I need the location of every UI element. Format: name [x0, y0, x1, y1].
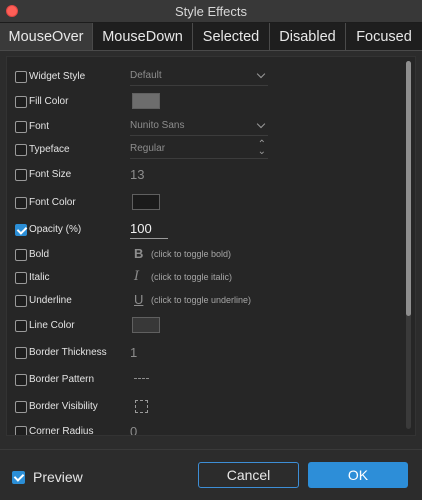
footer-divider	[0, 449, 422, 450]
tab-mouseover[interactable]: MouseOver	[0, 23, 93, 50]
italic-hint: (click to toggle italic)	[151, 272, 233, 282]
corner-radius-checkbox[interactable]	[15, 426, 27, 435]
row-underline: Underline U (click to toggle underline)	[7, 290, 387, 312]
chevron-down-icon	[256, 119, 266, 129]
font-size-checkbox[interactable]	[15, 169, 27, 181]
row-corner-radius: Corner Radius 0	[7, 421, 387, 436]
font-color-checkbox[interactable]	[15, 197, 27, 209]
cancel-button[interactable]: Cancel	[198, 462, 299, 488]
preview-label: Preview	[33, 469, 83, 485]
row-bold: Bold B (click to toggle bold)	[7, 244, 387, 266]
widget-style-dropdown[interactable]: Default	[130, 68, 268, 86]
typeface-value: Regular	[130, 143, 166, 154]
italic-checkbox[interactable]	[15, 272, 27, 284]
widget-style-value: Default	[130, 70, 162, 81]
font-size-value[interactable]: 13	[130, 167, 144, 182]
border-thickness-label: Border Thickness	[29, 347, 107, 358]
title-bar: Style Effects	[0, 0, 422, 23]
font-checkbox[interactable]	[15, 121, 27, 133]
bold-icon[interactable]: B	[134, 246, 143, 261]
row-border-thickness: Border Thickness 1	[7, 342, 387, 364]
bold-hint: (click to toggle bold)	[151, 249, 232, 259]
up-down-chevron-icon: ⌃ ⌄	[257, 139, 266, 157]
bold-checkbox[interactable]	[15, 249, 27, 261]
preview-checkbox-wrap	[12, 471, 25, 484]
font-color-label: Font Color	[29, 197, 76, 208]
line-color-label: Line Color	[29, 320, 75, 331]
properties-panel: Widget Style Default Fill Color Font Nun…	[6, 56, 416, 436]
row-border-visibility: Border Visibility	[7, 396, 387, 418]
state-tabs: MouseOver MouseDown Selected Disabled Fo…	[0, 23, 422, 51]
widget-style-checkbox[interactable]	[15, 71, 27, 83]
opacity-checkbox[interactable]	[15, 224, 27, 236]
row-fill-color: Fill Color	[7, 91, 387, 113]
row-italic: Italic I (click to toggle italic)	[7, 267, 387, 289]
border-pattern-checkbox[interactable]	[15, 374, 27, 386]
italic-icon[interactable]: I	[134, 269, 139, 284]
line-color-checkbox[interactable]	[15, 320, 27, 332]
dashed-line-icon[interactable]	[134, 378, 149, 379]
widget-style-label: Widget Style	[29, 71, 86, 82]
tab-selected[interactable]: Selected	[193, 23, 270, 50]
underline-label: Underline	[29, 295, 72, 306]
window-title: Style Effects	[174, 4, 247, 19]
scrollbar-thumb[interactable]	[406, 61, 411, 316]
fill-color-checkbox[interactable]	[15, 96, 27, 108]
underline-checkbox[interactable]	[15, 295, 27, 307]
tab-focused[interactable]: Focused	[346, 23, 422, 50]
italic-label: Italic	[29, 272, 50, 283]
bold-label: Bold	[29, 249, 50, 260]
underline-icon[interactable]: U	[134, 292, 143, 307]
typeface-label: Typeface	[29, 144, 70, 155]
typeface-dropdown[interactable]: Regular ⌃ ⌄	[130, 139, 268, 159]
corner-radius-label: Corner Radius	[29, 426, 94, 436]
line-color-swatch[interactable]	[132, 317, 160, 333]
underline-hint: (click to toggle underline)	[151, 295, 252, 305]
row-border-pattern: Border Pattern	[7, 369, 387, 391]
row-font-color: Font Color	[7, 192, 387, 214]
dashed-box-icon[interactable]	[135, 400, 148, 413]
row-font: Font Nunito Sans	[7, 116, 387, 138]
font-size-label: Font Size	[29, 169, 72, 180]
scrollbar[interactable]	[406, 61, 411, 429]
font-color-swatch[interactable]	[132, 194, 160, 210]
chevron-down-icon	[256, 69, 266, 79]
border-thickness-value[interactable]: 1	[130, 345, 137, 360]
border-visibility-checkbox[interactable]	[15, 401, 27, 413]
row-font-size: Font Size 13	[7, 164, 387, 186]
ok-button[interactable]: OK	[308, 462, 408, 488]
row-widget-style: Widget Style Default	[7, 66, 387, 88]
row-line-color: Line Color	[7, 315, 387, 337]
row-typeface: Typeface Regular ⌃ ⌄	[7, 139, 387, 161]
row-opacity: Opacity (%) 100	[7, 219, 387, 241]
fill-color-swatch[interactable]	[132, 93, 160, 109]
border-visibility-label: Border Visibility	[29, 401, 98, 412]
opacity-value: 100	[130, 221, 152, 236]
preview-checkbox[interactable]	[12, 471, 25, 484]
border-thickness-checkbox[interactable]	[15, 347, 27, 359]
typeface-checkbox[interactable]	[15, 144, 27, 156]
fill-color-label: Fill Color	[29, 96, 69, 107]
opacity-label: Opacity (%)	[29, 224, 82, 235]
border-pattern-label: Border Pattern	[29, 374, 95, 385]
corner-radius-value[interactable]: 0	[130, 424, 137, 435]
tab-mousedown[interactable]: MouseDown	[93, 23, 193, 50]
tab-disabled[interactable]: Disabled	[270, 23, 346, 50]
font-value: Nunito Sans	[130, 120, 185, 131]
opacity-input[interactable]: 100	[130, 219, 168, 239]
font-label: Font	[29, 121, 50, 132]
font-dropdown[interactable]: Nunito Sans	[130, 118, 268, 136]
